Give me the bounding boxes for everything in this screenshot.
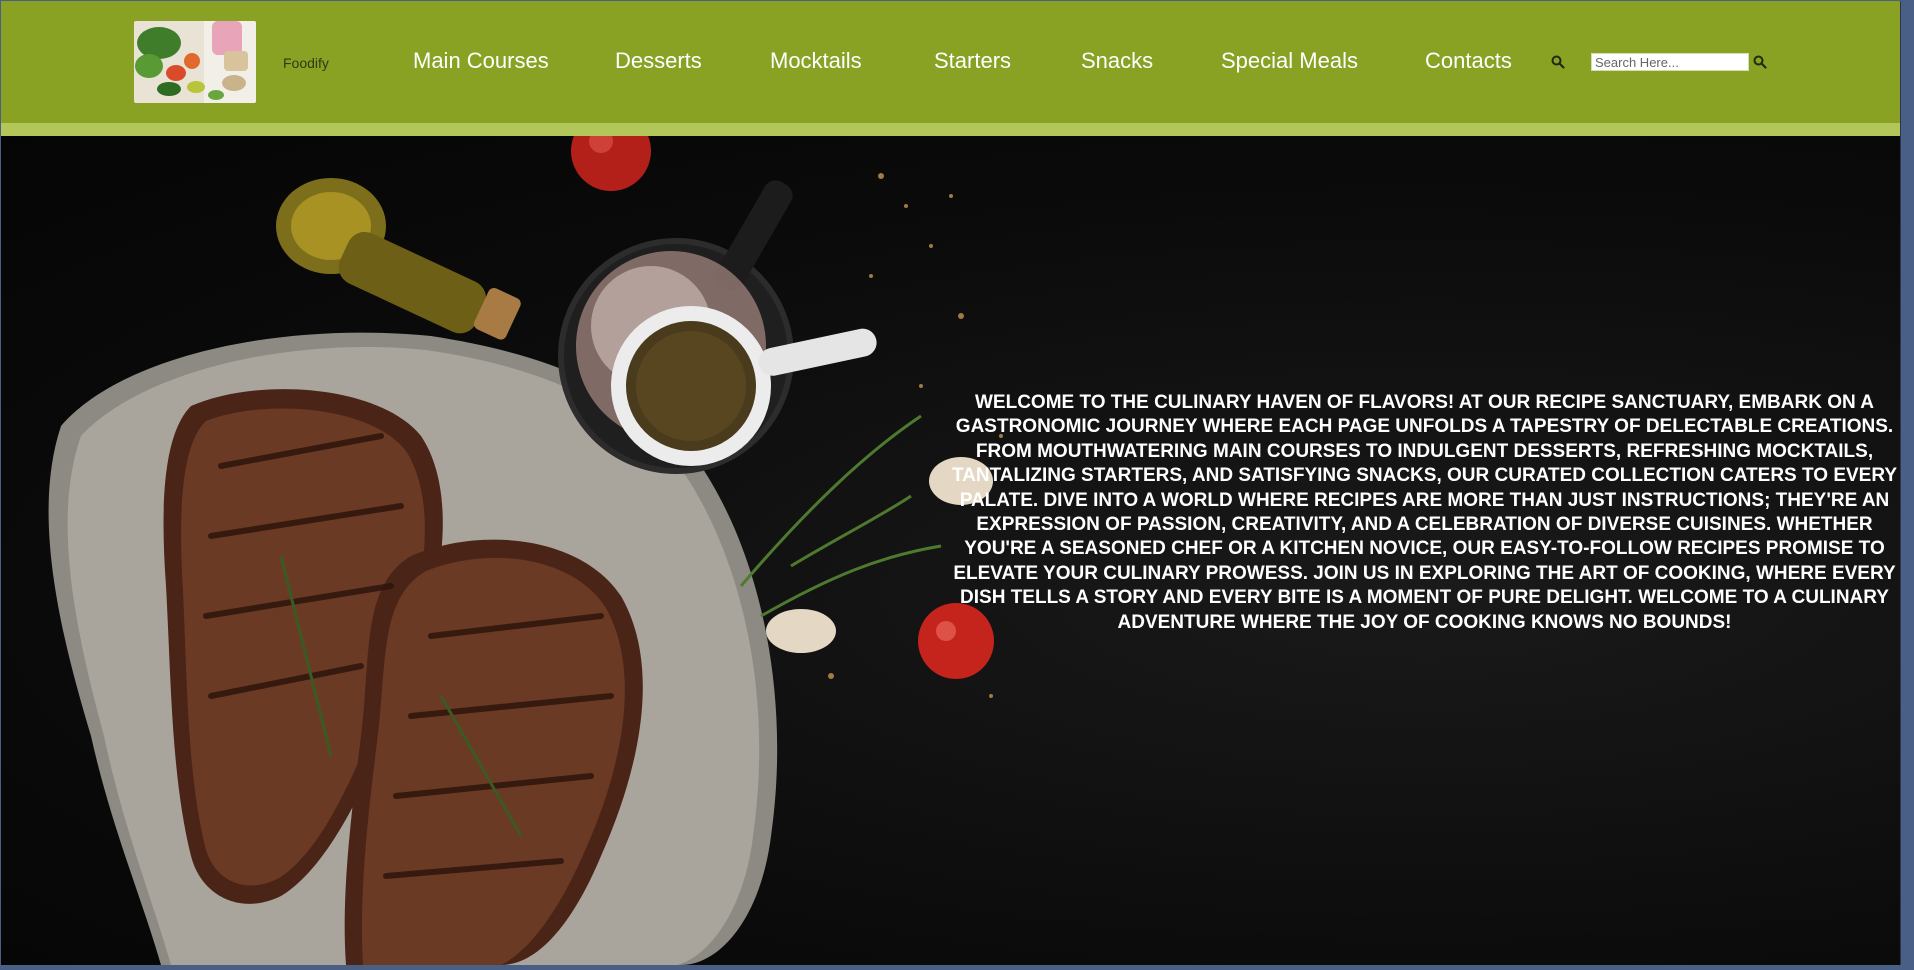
nav-desserts[interactable]: Desserts [615,48,702,74]
logo[interactable] [134,21,256,103]
nav-main-courses[interactable]: Main Courses [413,48,549,74]
search-submit-icon[interactable] [1753,55,1767,69]
nav-special-meals[interactable]: Special Meals [1221,48,1358,74]
browser-viewport: Foodify Main Courses Desserts Mocktails … [1,1,1901,965]
hero-section: Welcome to the Culinary Haven of Flavors… [1,136,1900,965]
search-icon[interactable] [1551,55,1565,69]
navbar-underline [1,123,1900,136]
search-input[interactable] [1591,53,1749,71]
hero-welcome-text: Welcome to the Culinary Haven of Flavors… [951,392,1898,633]
grilled-steak-on-stone-with-spices-photo [48,136,1003,965]
navbar: Foodify Main Courses Desserts Mocktails … [1,1,1900,123]
brand-name[interactable]: Foodify [283,55,329,71]
vegetables-photo-logo [134,21,256,103]
nav-starters[interactable]: Starters [934,48,1011,74]
nav-mocktails[interactable]: Mocktails [770,48,862,74]
nav-snacks[interactable]: Snacks [1081,48,1153,74]
nav-contacts[interactable]: Contacts [1425,48,1512,74]
